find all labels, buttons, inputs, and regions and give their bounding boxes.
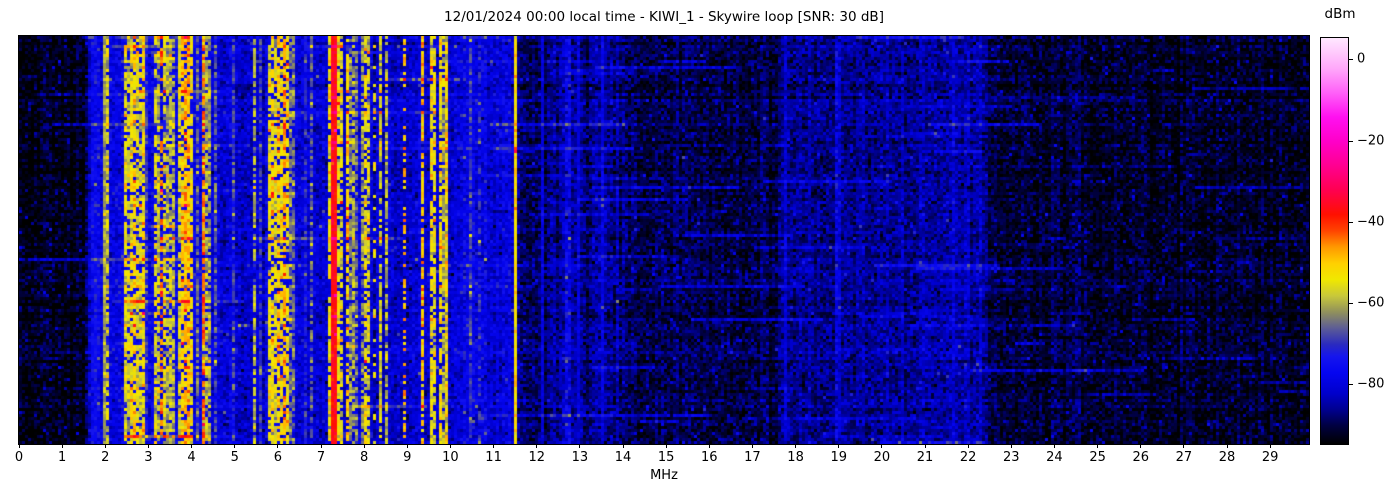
x-tick-label: 2 [101, 450, 110, 465]
x-tick-label: 27 [1175, 450, 1193, 465]
x-tick-label: 29 [1261, 450, 1279, 465]
x-tick-label: 23 [1003, 450, 1020, 465]
colorbar-tick-label: −20 [1357, 133, 1385, 149]
x-tick-label: 16 [701, 450, 718, 465]
x-tick-label: 11 [485, 450, 502, 465]
x-tick [1226, 444, 1228, 448]
x-tick-label: 18 [787, 450, 804, 465]
x-tick [104, 444, 106, 448]
x-tick [622, 444, 624, 448]
x-tick-label: 20 [873, 450, 891, 465]
colorbar-tick-label: −80 [1357, 376, 1385, 392]
x-tick [406, 444, 408, 448]
x-tick [449, 444, 451, 448]
x-tick [536, 444, 538, 448]
x-tick-label: 25 [1089, 450, 1106, 465]
x-tick-label: 24 [1046, 450, 1063, 465]
x-tick [18, 444, 20, 448]
x-tick-label: 6 [273, 450, 282, 465]
x-tick-label: 19 [830, 450, 847, 465]
x-tick [665, 444, 667, 448]
colorbar-label: dBm [1324, 6, 1356, 22]
x-tick [363, 444, 365, 448]
x-tick [795, 444, 797, 448]
x-tick [1183, 444, 1185, 448]
x-axis-label: MHz [650, 468, 678, 483]
plot-border [18, 35, 1310, 445]
x-tick [234, 444, 236, 448]
x-tick [838, 444, 840, 448]
x-tick [320, 444, 322, 448]
colorbar-tick [1348, 59, 1353, 61]
x-tick [61, 444, 63, 448]
x-tick-label: 28 [1218, 450, 1236, 465]
x-tick-label: 22 [959, 450, 977, 465]
x-tick-label: 10 [442, 450, 459, 465]
x-tick [1010, 444, 1012, 448]
x-tick-label: 14 [614, 450, 632, 465]
x-tick [493, 444, 495, 448]
x-tick-label: 13 [571, 450, 589, 465]
x-tick-label: 5 [230, 450, 239, 465]
x-tick [751, 444, 753, 448]
x-tick-label: 0 [14, 450, 24, 465]
x-tick-label: 12 [528, 450, 545, 465]
x-tick [147, 444, 149, 448]
x-tick [191, 444, 193, 448]
x-tick [1140, 444, 1142, 448]
x-tick [1053, 444, 1055, 448]
x-tick-label: 21 [916, 450, 934, 465]
colorbar-tick-label: −60 [1357, 295, 1385, 311]
spectrogram-figure: 12/01/2024 00:00 local time - KIWI_1 - S… [0, 0, 1400, 500]
colorbar-tick [1348, 384, 1353, 386]
x-tick-label: 3 [144, 450, 153, 465]
x-tick-label: 8 [360, 450, 369, 465]
x-tick-label: 26 [1132, 450, 1149, 465]
x-tick-label: 7 [316, 450, 326, 465]
x-tick [924, 444, 926, 448]
chart-title: 12/01/2024 00:00 local time - KIWI_1 - S… [444, 9, 884, 25]
colorbar-tick-label: −40 [1357, 214, 1385, 230]
colorbar-tick [1348, 302, 1353, 304]
colorbar [1320, 37, 1349, 445]
x-tick [1097, 444, 1099, 448]
x-tick-label: 4 [187, 450, 196, 465]
colorbar-tick [1348, 140, 1353, 142]
x-tick [881, 444, 883, 448]
x-tick-label: 9 [403, 450, 412, 465]
colorbar-tick [1348, 221, 1353, 223]
colorbar-tick-label: 0 [1357, 51, 1366, 67]
x-tick [967, 444, 969, 448]
x-tick-label: 17 [744, 450, 761, 465]
x-tick [277, 444, 279, 448]
x-tick [579, 444, 581, 448]
x-tick-label: 1 [58, 450, 67, 465]
x-tick [708, 444, 710, 448]
x-tick [1269, 444, 1271, 448]
x-tick-label: 15 [657, 450, 675, 465]
